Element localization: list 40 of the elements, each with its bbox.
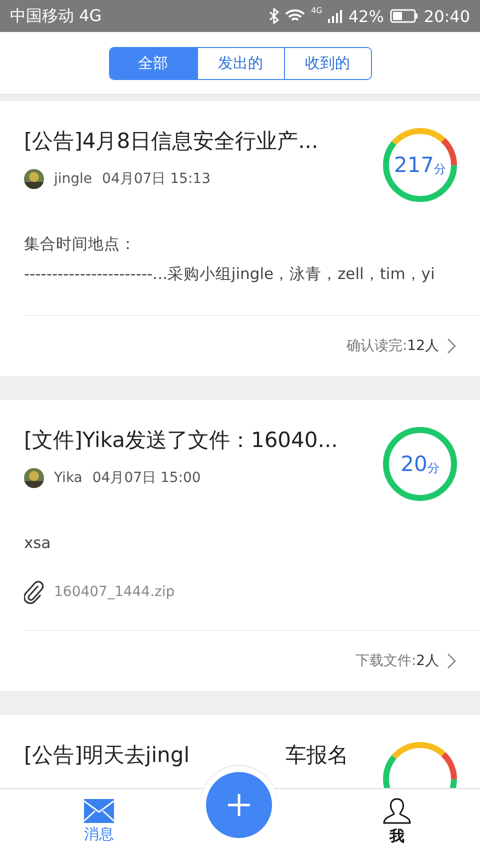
- message-card[interactable]: [文件]Yika发送了文件：16040... Yika 04月07日 15:00 20分 xsa 160407_1444.zip 下载文件:2人: [0, 400, 480, 691]
- message-title: [公告]4月8日信息安全行业产...: [24, 128, 318, 155]
- message-card[interactable]: [公告]明天去jingl 车报名: [0, 715, 480, 788]
- message-body-line: 集合时间地点：: [24, 234, 137, 255]
- score-text: 20分: [400, 452, 440, 476]
- message-time: 04月07日 15:00: [92, 469, 201, 487]
- carrier-text: 中国移动 4G: [10, 6, 102, 26]
- author-name: jingle: [54, 171, 92, 187]
- message-body-line: xsa: [24, 533, 52, 554]
- wifi-icon: [285, 9, 306, 23]
- plus-icon: [228, 794, 250, 816]
- nav-tab[interactable]: 消息: [84, 798, 114, 844]
- message-title: 车报名: [286, 742, 349, 769]
- nav-tab[interactable]: 我: [382, 796, 412, 846]
- footer-stat[interactable]: 确认读完:12人: [346, 337, 439, 355]
- bluetooth-icon: [269, 8, 280, 24]
- add-button[interactable]: [206, 772, 272, 838]
- chevron-right-icon: [447, 338, 456, 354]
- score-text: 217分: [394, 152, 446, 178]
- battery-percent: 42%: [348, 6, 384, 26]
- filter-tab[interactable]: 全部: [110, 48, 196, 78]
- paperclip-icon: [24, 580, 44, 604]
- score-ring-icon: [382, 426, 458, 502]
- message-body-line: -----------------------...采购小组jingle，泳青，zell，tim，yi: [24, 264, 436, 285]
- battery-icon: [390, 9, 418, 23]
- chevron-right-icon: [447, 653, 456, 669]
- network-text: 4G: [311, 6, 322, 15]
- score-ring-icon: [382, 127, 458, 203]
- message-title: [文件]Yika发送了文件：16040...: [24, 427, 338, 454]
- author-name: Yika: [54, 470, 82, 486]
- clock-text: 20:40: [424, 6, 470, 26]
- signal-icon: [328, 9, 342, 23]
- message-card[interactable]: [公告]4月8日信息安全行业产... jingle 04月07日 15:13 217分 集合时间地点： -----------------------...采购小组jingle，泳青，zell，tim，yi 确认读完:12人: [0, 101, 480, 376]
- message-title: [公告]明天去jingl: [24, 742, 190, 769]
- mail-icon: [84, 798, 114, 822]
- attachment-filename[interactable]: 160407_1444.zip: [54, 584, 175, 600]
- person-icon: [382, 796, 412, 824]
- filter-tab[interactable]: 收到的: [284, 48, 370, 78]
- message-time: 04月07日 15:13: [102, 170, 210, 188]
- footer-stat[interactable]: 下载文件:2人: [355, 652, 439, 670]
